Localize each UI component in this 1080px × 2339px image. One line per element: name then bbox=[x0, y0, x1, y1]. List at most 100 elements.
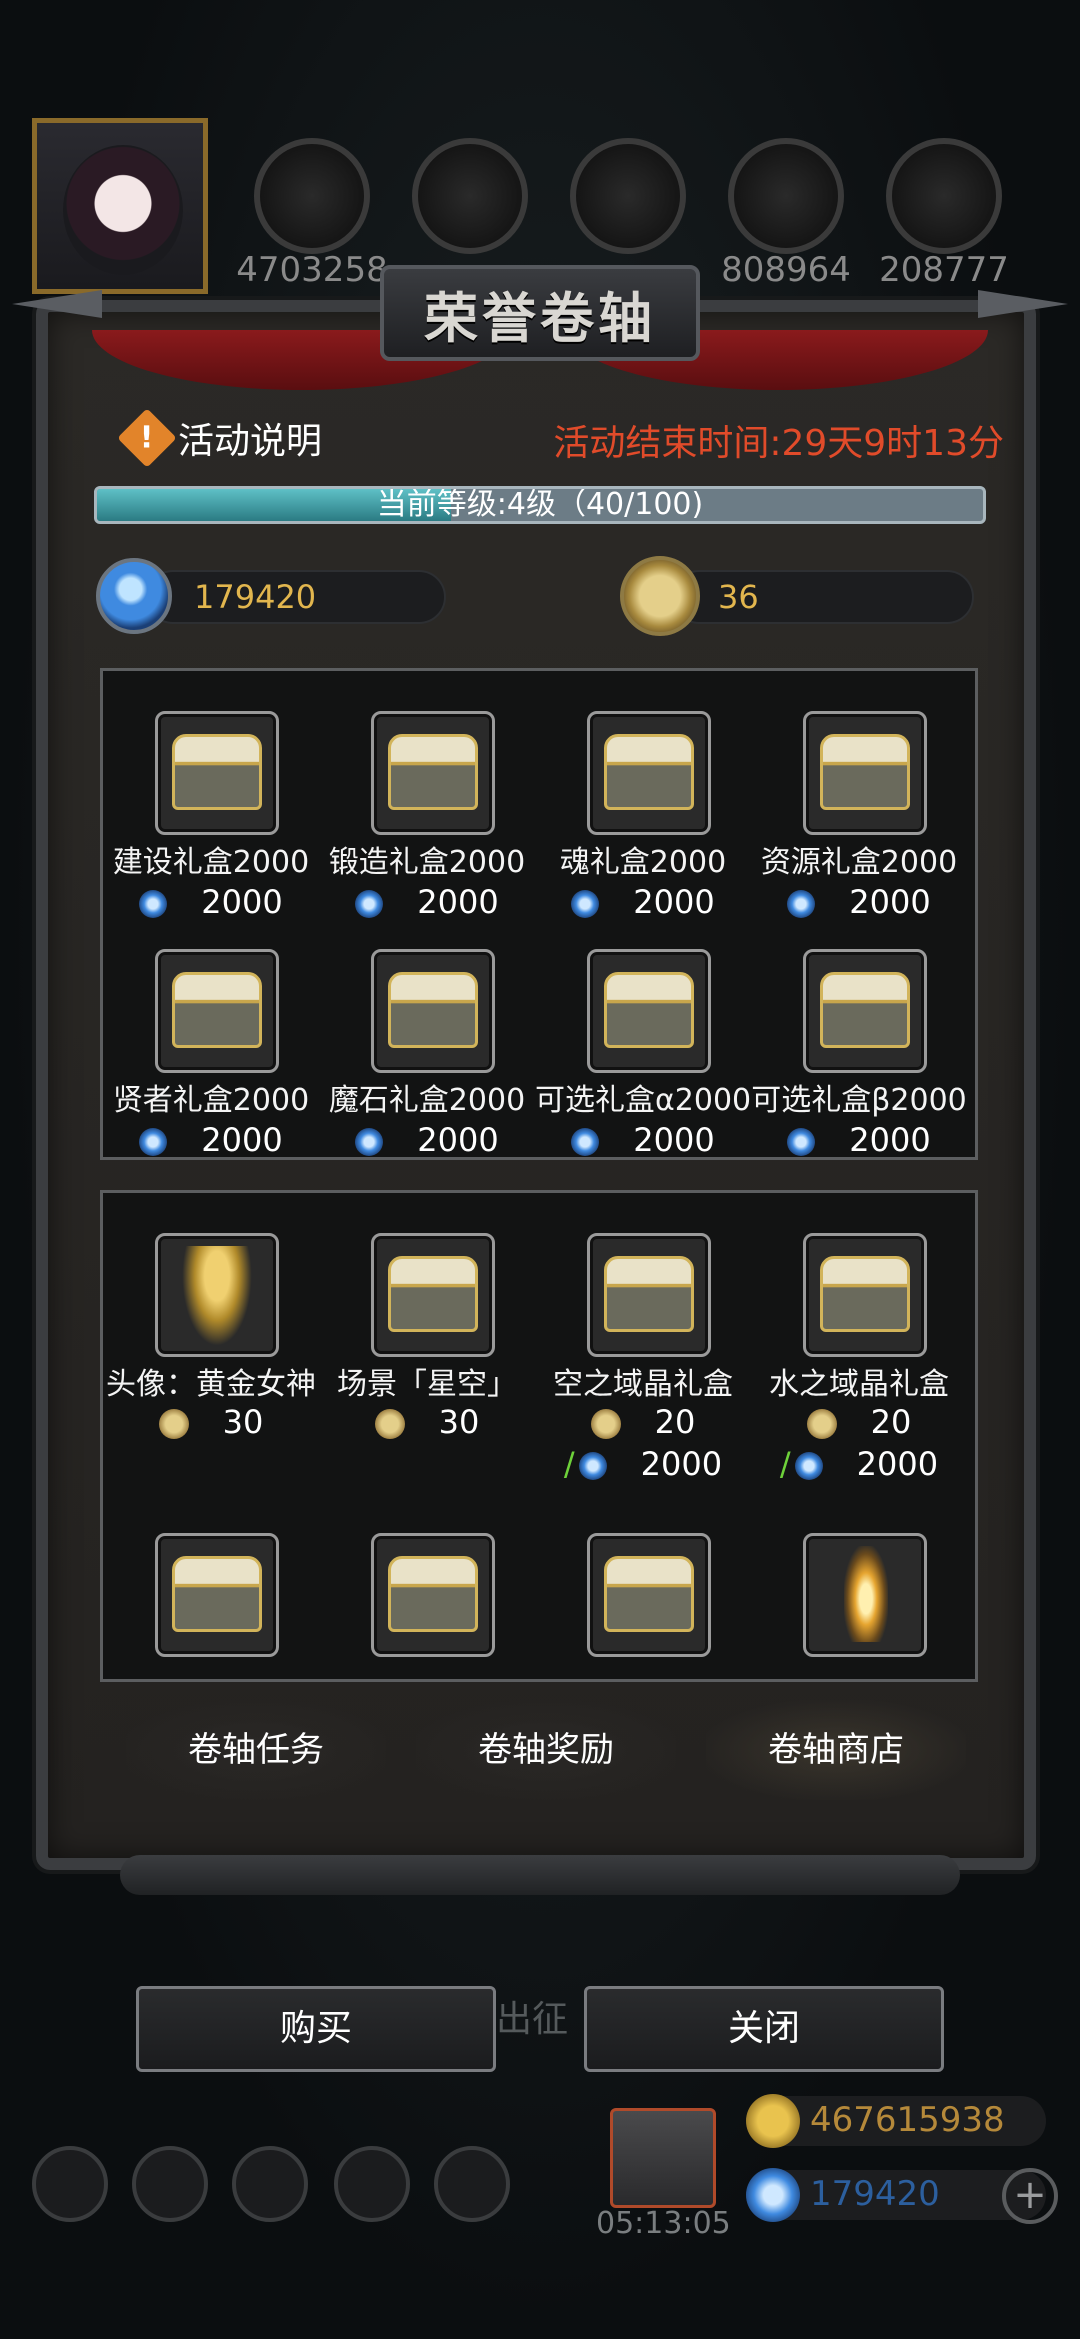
gem-icon bbox=[571, 1128, 600, 1156]
item-slot bbox=[155, 949, 279, 1073]
item-gem-price: /2000 bbox=[779, 1445, 939, 1483]
gem-icon bbox=[355, 1128, 384, 1156]
chest-icon bbox=[604, 1556, 694, 1632]
item-name: 头像：黄金女神 bbox=[106, 1367, 316, 1402]
item-slot bbox=[155, 1533, 279, 1657]
gift-box-item[interactable]: 建设礼盒2000 2000 bbox=[103, 675, 319, 921]
gift-icon[interactable] bbox=[610, 2108, 716, 2208]
settings-icon[interactable] bbox=[32, 2146, 108, 2222]
tab-scroll-rewards[interactable]: 卷轴奖励 bbox=[416, 1700, 676, 1800]
item-slot bbox=[587, 1233, 711, 1357]
gift-timer: 05:13:05 bbox=[596, 2206, 731, 2241]
item-price-value: 2000 bbox=[640, 1445, 723, 1483]
item-price-value: 2000 bbox=[849, 1121, 931, 1159]
badge-icon[interactable] bbox=[132, 2146, 208, 2222]
warning-icon: ! bbox=[117, 408, 177, 468]
chest-icon bbox=[172, 1556, 262, 1632]
item-slot bbox=[587, 1533, 711, 1657]
tab-scroll-shop[interactable]: 卷轴商店 bbox=[706, 1700, 966, 1800]
gift-box-item[interactable]: 锻造礼盒2000 2000 bbox=[319, 675, 535, 921]
item-price-value: 2000 bbox=[201, 1121, 283, 1159]
gift-box-item[interactable]: 可选礼盒α2000 2000 bbox=[535, 913, 751, 1157]
ore-amount: 208777 bbox=[879, 250, 1009, 290]
gem-icon bbox=[96, 558, 172, 634]
special-item[interactable] bbox=[103, 1497, 319, 1679]
iron-icon[interactable] bbox=[570, 138, 686, 254]
item-name: 空之域晶礼盒 bbox=[553, 1367, 733, 1402]
item-name: 魔石礼盒2000 bbox=[328, 1083, 526, 1118]
golden-goddess-icon bbox=[182, 1246, 252, 1346]
gift-box-panel: 建设礼盒2000 2000 锻造礼盒2000 2000 魂礼盒2000 2000 资源… bbox=[100, 668, 978, 1160]
chest-icon bbox=[388, 1556, 478, 1632]
item-price-value: 2000 bbox=[417, 1121, 499, 1159]
item-gem-price: /2000 bbox=[563, 1445, 723, 1483]
coin-balance: 36 bbox=[718, 578, 759, 616]
gift-box-item[interactable]: 资源礼盒2000 2000 bbox=[751, 675, 967, 921]
tab-scroll-tasks[interactable]: 卷轴任务 bbox=[126, 1700, 386, 1800]
mail-icon[interactable] bbox=[334, 2146, 410, 2222]
ore-icon[interactable] bbox=[886, 138, 1002, 254]
scroll-coin-icon bbox=[620, 556, 700, 636]
special-item[interactable] bbox=[319, 1497, 535, 1679]
chest-icon bbox=[388, 972, 478, 1048]
chest-icon bbox=[820, 972, 910, 1048]
gift-box-item[interactable]: 可选礼盒β2000 2000 bbox=[751, 913, 967, 1157]
item-price-value: 30 bbox=[222, 1403, 264, 1441]
chest-icon bbox=[604, 734, 694, 810]
item-coin-price: 20 bbox=[535, 1403, 751, 1441]
item-slot bbox=[803, 949, 927, 1073]
gold-icon bbox=[746, 2094, 800, 2148]
item-name: 建设礼盒2000 bbox=[112, 845, 310, 880]
special-item[interactable]: 头像：黄金女神 30 bbox=[103, 1197, 319, 1497]
wood-icon[interactable] bbox=[412, 138, 528, 254]
close-button[interactable]: 关闭 bbox=[584, 1986, 944, 2072]
event-info-label: 活动说明 bbox=[178, 421, 323, 462]
gift-box-item[interactable]: 贤者礼盒2000 2000 bbox=[103, 913, 319, 1157]
gem-icon bbox=[139, 1128, 168, 1156]
crystal-icon[interactable] bbox=[728, 138, 844, 254]
item-slot bbox=[371, 949, 495, 1073]
player-avatar[interactable] bbox=[32, 118, 208, 294]
item-slot bbox=[155, 711, 279, 835]
item-slot bbox=[803, 711, 927, 835]
dialog-title: 荣誉卷轴 bbox=[424, 285, 656, 350]
gem-balance: 179420 bbox=[194, 578, 317, 616]
item-price: 2000 bbox=[751, 1121, 967, 1159]
gem-icon bbox=[787, 1128, 816, 1156]
special-item[interactable]: 水之域晶礼盒 20/2000 bbox=[751, 1197, 967, 1497]
item-name: 锻造礼盒2000 bbox=[328, 845, 526, 880]
chest-icon bbox=[172, 972, 262, 1048]
item-price: 2000 bbox=[535, 1121, 751, 1159]
buy-button[interactable]: 购买 bbox=[136, 1986, 496, 2072]
chest-icon bbox=[604, 1256, 694, 1332]
gem-icon bbox=[794, 1452, 823, 1480]
level-progress-text: 当前等级:4级（40/100) bbox=[376, 487, 704, 522]
item-slot bbox=[371, 711, 495, 835]
special-item[interactable]: 空之域晶礼盒 20/2000 bbox=[535, 1197, 751, 1497]
frame-spike-right bbox=[978, 290, 1068, 318]
special-item[interactable] bbox=[535, 1497, 751, 1679]
add-currency-button[interactable]: + bbox=[1002, 2168, 1058, 2224]
event-countdown: 活动结束时间:29天9时13分 bbox=[553, 423, 1004, 464]
gift-box-item[interactable]: 魂礼盒2000 2000 bbox=[535, 675, 751, 921]
event-info-button[interactable]: ! 活动说明 bbox=[117, 408, 323, 468]
scroll-tabs: 卷轴任务 卷轴奖励 卷轴商店 bbox=[126, 1700, 966, 1800]
item-slot bbox=[371, 1533, 495, 1657]
item-price-value: 30 bbox=[438, 1403, 480, 1441]
gift-box-item[interactable]: 魔石礼盒2000 2000 bbox=[319, 913, 535, 1157]
shop-icon[interactable] bbox=[434, 2146, 510, 2222]
special-item[interactable] bbox=[751, 1497, 967, 1679]
special-item[interactable]: 场景「星空」 30 bbox=[319, 1197, 535, 1497]
item-price: 2000 bbox=[319, 1121, 535, 1159]
lantern-icon bbox=[844, 1546, 888, 1642]
meat-icon[interactable] bbox=[254, 138, 370, 254]
item-name: 魂礼盒2000 bbox=[559, 845, 727, 880]
chest-icon bbox=[172, 734, 262, 810]
chest-icon bbox=[820, 1256, 910, 1332]
item-price-value: 2000 bbox=[633, 1121, 715, 1159]
scroll-coin-icon bbox=[158, 1409, 189, 1439]
castle-icon[interactable] bbox=[232, 2146, 308, 2222]
chest-icon bbox=[604, 972, 694, 1048]
gem-amount: 179420 bbox=[810, 2174, 940, 2214]
scroll-coin-icon bbox=[806, 1409, 837, 1439]
